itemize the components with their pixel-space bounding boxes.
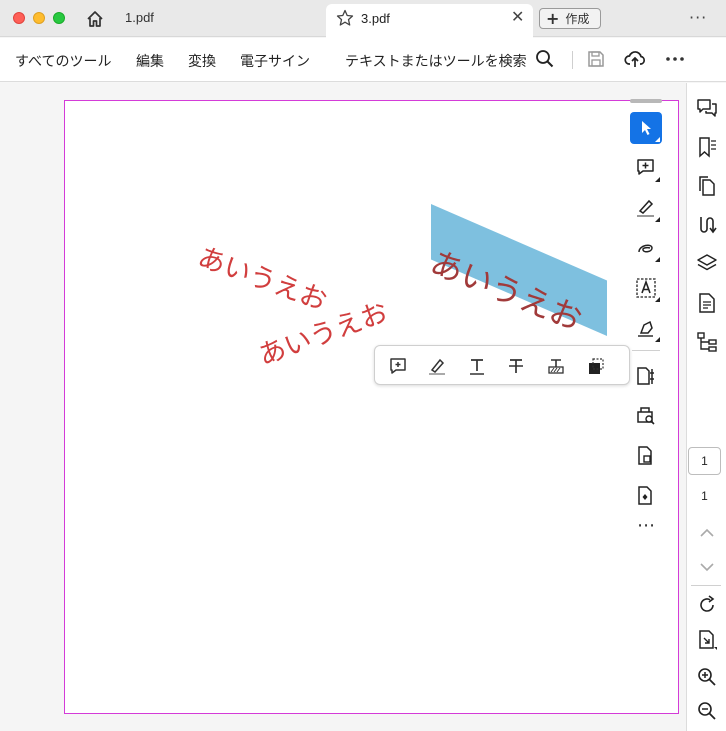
scan-ocr-tool[interactable] <box>630 400 662 432</box>
select-tool-button[interactable] <box>630 112 662 144</box>
tools-divider <box>632 350 660 351</box>
tool-menu-corner <box>655 137 660 142</box>
zoom-in-icon[interactable] <box>695 665 719 689</box>
upload-cloud-icon[interactable] <box>624 48 646 70</box>
more-menu-icon[interactable]: ··· <box>689 8 707 27</box>
markup-floating-toolbar <box>374 345 630 385</box>
create-button[interactable]: + 作成 <box>539 8 601 29</box>
close-tab-icon[interactable]: ✕ <box>511 9 525 25</box>
pages-thumbnails-icon[interactable] <box>695 174 719 198</box>
minimize-window-button[interactable] <box>33 12 45 24</box>
toolbar-divider <box>572 51 573 69</box>
tool-menu-corner <box>655 337 660 342</box>
cursor-arrow-icon <box>642 121 651 135</box>
home-icon[interactable] <box>85 9 105 29</box>
freehand-draw-icon <box>638 244 653 253</box>
layers-icon[interactable] <box>695 252 719 276</box>
tools-panel: ⋯ <box>626 92 666 552</box>
protect-tool[interactable] <box>630 480 662 512</box>
tab-3pdf[interactable] <box>326 4 533 38</box>
maximize-window-button[interactable] <box>53 12 65 24</box>
sidebar-divider <box>691 585 721 586</box>
current-page-input[interactable]: 1 <box>688 447 721 475</box>
text-box-tool[interactable] <box>630 272 662 304</box>
scan-search-icon <box>637 407 655 425</box>
search-icon[interactable] <box>534 48 556 70</box>
highlighter-icon <box>637 199 654 217</box>
add-comment-tool[interactable] <box>630 152 662 184</box>
organize-pages-tool[interactable] <box>630 440 662 472</box>
page-display-icon[interactable] <box>695 628 719 652</box>
replace-text-icon[interactable] <box>545 355 567 377</box>
more-options-icon[interactable] <box>664 48 686 70</box>
menu-esign[interactable]: 電子サイン <box>240 51 310 71</box>
chevron-up-icon[interactable] <box>695 522 719 546</box>
underline-text-icon[interactable] <box>466 355 488 377</box>
page-stamp-icon <box>638 446 652 465</box>
tags-tree-icon[interactable] <box>695 330 719 354</box>
more-tools-icon[interactable]: ⋯ <box>630 516 662 548</box>
strikethrough-text-icon[interactable] <box>505 355 527 377</box>
menu-edit[interactable]: 編集 <box>136 51 164 71</box>
tab-1pdf[interactable]: 1.pdf <box>125 10 154 25</box>
main-toolbar: すべてのツール 編集 変換 電子サイン テキストまたはツールを検索 <box>0 38 726 82</box>
sign-tool[interactable] <box>630 312 662 344</box>
document-adjust-icon <box>637 367 654 385</box>
rotate-icon[interactable] <box>695 593 719 617</box>
tab-bar: 1.pdf 3.pdf ✕ + 作成 ··· <box>0 0 726 38</box>
color-swatch-icon[interactable] <box>585 355 607 377</box>
tool-menu-corner <box>655 297 660 302</box>
highlight-icon[interactable] <box>426 355 448 377</box>
comments-icon[interactable] <box>695 96 719 120</box>
tool-menu-corner <box>655 257 660 262</box>
highlight-tool[interactable] <box>630 192 662 224</box>
pen-sign-icon <box>638 320 653 337</box>
right-sidebar: 1 1 <box>686 83 726 731</box>
menu-convert[interactable]: 変換 <box>188 51 216 71</box>
close-window-button[interactable] <box>13 12 25 24</box>
add-comment-icon[interactable] <box>387 355 409 377</box>
document-properties-icon[interactable] <box>695 291 719 315</box>
app-window: 1.pdf 3.pdf ✕ + 作成 ··· すべてのツール 編集 変換 電子サイ… <box>0 0 726 731</box>
draw-tool[interactable] <box>630 232 662 264</box>
total-pages: 1 <box>701 489 708 503</box>
attachments-icon[interactable] <box>695 213 719 237</box>
edit-pdf-tool[interactable] <box>630 360 662 392</box>
bookmarks-icon[interactable] <box>695 135 719 159</box>
star-icon[interactable] <box>336 9 354 27</box>
tab-3pdf-label: 3.pdf <box>361 11 390 26</box>
search-box-label[interactable]: テキストまたはツールを検索 <box>345 51 527 71</box>
zoom-out-icon[interactable] <box>695 699 719 723</box>
menu-all-tools[interactable]: すべてのツール <box>15 51 111 71</box>
document-star-icon <box>638 486 652 505</box>
document-area: あいうえお あいうえお あいうえお <box>0 83 686 731</box>
tool-menu-corner <box>655 217 660 222</box>
pdf-page[interactable]: あいうえお あいうえお あいうえお <box>64 100 679 714</box>
text-box-icon <box>636 278 656 298</box>
annotation-text-1[interactable]: あいうえお <box>193 235 333 318</box>
chevron-down-icon[interactable] <box>695 554 719 578</box>
save-icon[interactable] <box>585 48 607 70</box>
comment-plus-icon <box>637 159 654 175</box>
create-label: 作成 <box>565 12 590 26</box>
plus-icon: + <box>546 9 560 28</box>
tool-menu-corner <box>655 177 660 182</box>
drag-handle[interactable] <box>630 99 662 103</box>
